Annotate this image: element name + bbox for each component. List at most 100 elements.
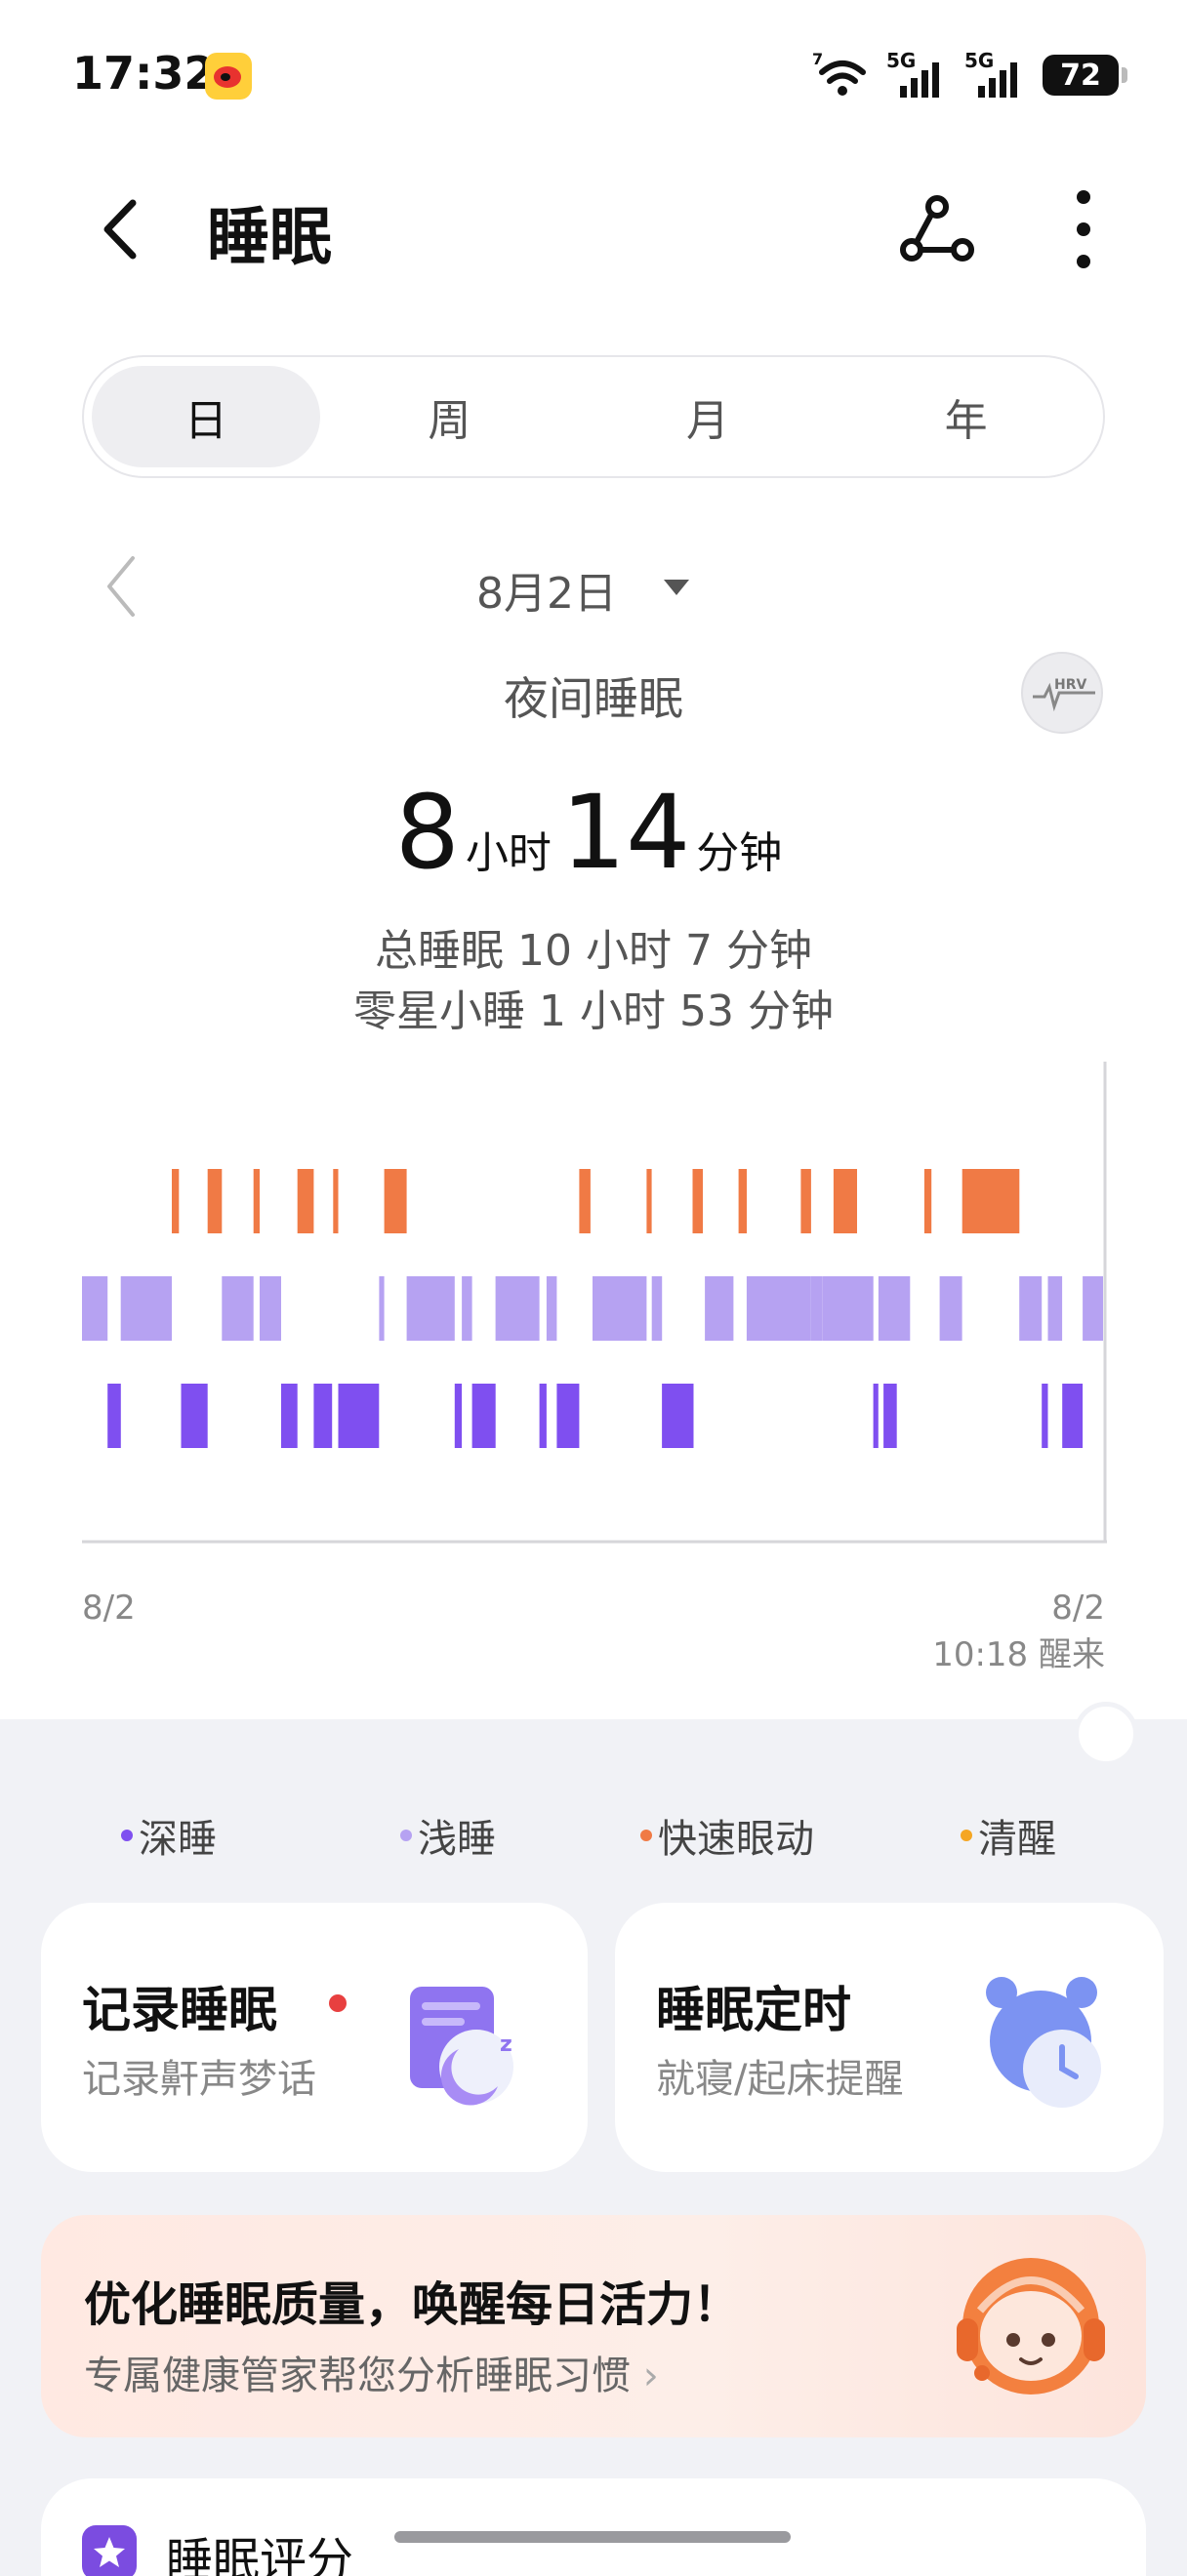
alarm-clock-icon [986,1977,1101,2108]
deep-sleep-segment [1062,1384,1084,1448]
light-sleep-segment [495,1276,540,1341]
light-sleep-segment [379,1276,385,1341]
section-label: 夜间睡眠 [504,672,683,725]
deep-sleep-segment [883,1384,897,1448]
legend-deep-label: 深睡 [139,1817,217,1862]
previous-date-icon[interactable] [98,552,146,621]
light-sleep-segment [120,1276,172,1341]
deep-sleep-segment [454,1384,463,1448]
home-indicator[interactable] [394,2531,791,2543]
rem-segment [692,1169,703,1233]
rem-segment [333,1169,339,1233]
light-sleep-segment [878,1276,911,1341]
battery-indicator: 72 [1043,55,1127,96]
assistant-avatar-icon [957,2258,1105,2395]
share-icon[interactable] [900,193,974,267]
wake-time-label: 10:18 醒来 [932,1635,1105,1674]
svg-text:z: z [500,2033,512,2057]
more-options-icon[interactable] [1064,187,1103,271]
wifi-icon: 7 [812,51,866,96]
rem-segment [646,1169,652,1233]
light-sleep-segment [1047,1276,1063,1341]
sleep-score-card[interactable]: 睡眠评分 [41,2478,1146,2576]
light-sleep-segment [746,1276,811,1341]
light-sleep-segment [462,1276,472,1341]
health-assistant-banner[interactable]: 优化睡眠质量，唤醒每日活力！ 专属健康管家帮您分析睡眠习惯 › [41,2215,1146,2437]
legend-rem: 快速眼动 [640,1807,814,1864]
legend-deep-dot [121,1830,133,1841]
legend-rem-dot [640,1830,652,1841]
deep-sleep-segment [107,1384,121,1448]
legend-light: 浅睡 [400,1807,496,1864]
light-sleep-segment [705,1276,734,1341]
rem-segment [579,1169,591,1233]
rem-segment [384,1169,407,1233]
back-arrow-icon[interactable] [90,195,158,263]
tab-month[interactable]: 月 [579,366,838,467]
rem-segment [297,1169,314,1233]
page-title: 睡眠 [207,202,332,274]
light-sleep-segment [1019,1276,1043,1341]
record-sleep-card[interactable]: 记录睡眠 记录鼾声梦话 z [41,1903,588,2172]
cellular-signal-2-icon: 5G [964,49,1029,98]
tab-year[interactable]: 年 [837,366,1095,467]
light-sleep-segment [810,1276,823,1341]
deep-sleep-segment [556,1384,580,1448]
legend-deep: 深睡 [121,1807,217,1864]
rem-segment [207,1169,223,1233]
duration-hours: 8 [394,773,460,892]
light-sleep-segment [939,1276,962,1341]
sleep-timer-subtitle: 就寝/起床提醒 [656,2057,904,2102]
minutes-unit: 分钟 [696,828,783,878]
sleep-score-title: 睡眠评分 [166,2533,354,2576]
legend-awake: 清醒 [961,1807,1056,1864]
status-time: 17:32 [72,47,216,100]
rem-segment [846,1169,857,1233]
chart-scrub-handle[interactable] [1074,1702,1138,1766]
light-sleep-segment [651,1276,663,1341]
chevron-right-icon: › [631,2354,659,2398]
deep-sleep-segment [873,1384,879,1448]
sleep-timer-card[interactable]: 睡眠定时 就寝/起床提醒 [615,1903,1164,2172]
hours-unit: 小时 [465,828,552,878]
light-sleep-segment [546,1276,557,1341]
tab-week[interactable]: 周 [320,366,579,467]
deep-sleep-segment [338,1384,380,1448]
light-sleep-segment [82,1276,108,1341]
deep-sleep-segment [313,1384,333,1448]
weibo-notification-icon [205,53,252,100]
status-bar: 17:32 7 5G 5G 72 [0,0,1187,146]
date-selector[interactable]: 8月2日 [476,558,617,621]
promo-subtitle: 专属健康管家帮您分析睡眠习惯 › [84,2344,659,2400]
deep-sleep-segment [471,1384,496,1448]
rem-segment [923,1169,932,1233]
light-sleep-segment [406,1276,455,1341]
record-sleep-title: 记录睡眠 [82,1982,277,2038]
legend-light-label: 浅睡 [418,1817,496,1862]
rem-segment [172,1169,180,1233]
sleep-timer-title: 睡眠定时 [656,1982,851,2038]
cellular-signal-1-icon: 5G [886,49,951,98]
legend-light-dot [400,1830,412,1841]
legend-rem-label: 快速眼动 [658,1817,814,1862]
new-badge-dot [329,1994,347,2012]
promo-title: 优化睡眠质量，唤醒每日活力！ [84,2277,741,2332]
deep-sleep-segment [1042,1384,1048,1448]
legend-awake-dot [961,1830,972,1841]
light-sleep-segment [260,1276,281,1341]
sleep-stage-chart[interactable] [82,1062,1107,1546]
light-sleep-segment [822,1276,874,1341]
status-indicators: 7 5G 5G 72 [812,49,1127,100]
hrv-icon[interactable]: HRV [1021,652,1103,734]
promo-subtitle-text: 专属健康管家帮您分析睡眠习惯 [84,2354,631,2398]
caret-down-icon[interactable] [664,580,689,595]
sleep-record-icon: z [410,1987,513,2106]
app-header: 睡眠 [0,166,1187,293]
deep-sleep-segment [539,1384,547,1448]
total-sleep-text: 总睡眠 10 小时 7 分钟 [375,926,812,976]
rem-segment [738,1169,747,1233]
legend-awake-label: 清醒 [978,1817,1056,1862]
star-icon [82,2525,137,2576]
tab-day[interactable]: 日 [92,366,320,467]
rem-segment [833,1169,847,1233]
